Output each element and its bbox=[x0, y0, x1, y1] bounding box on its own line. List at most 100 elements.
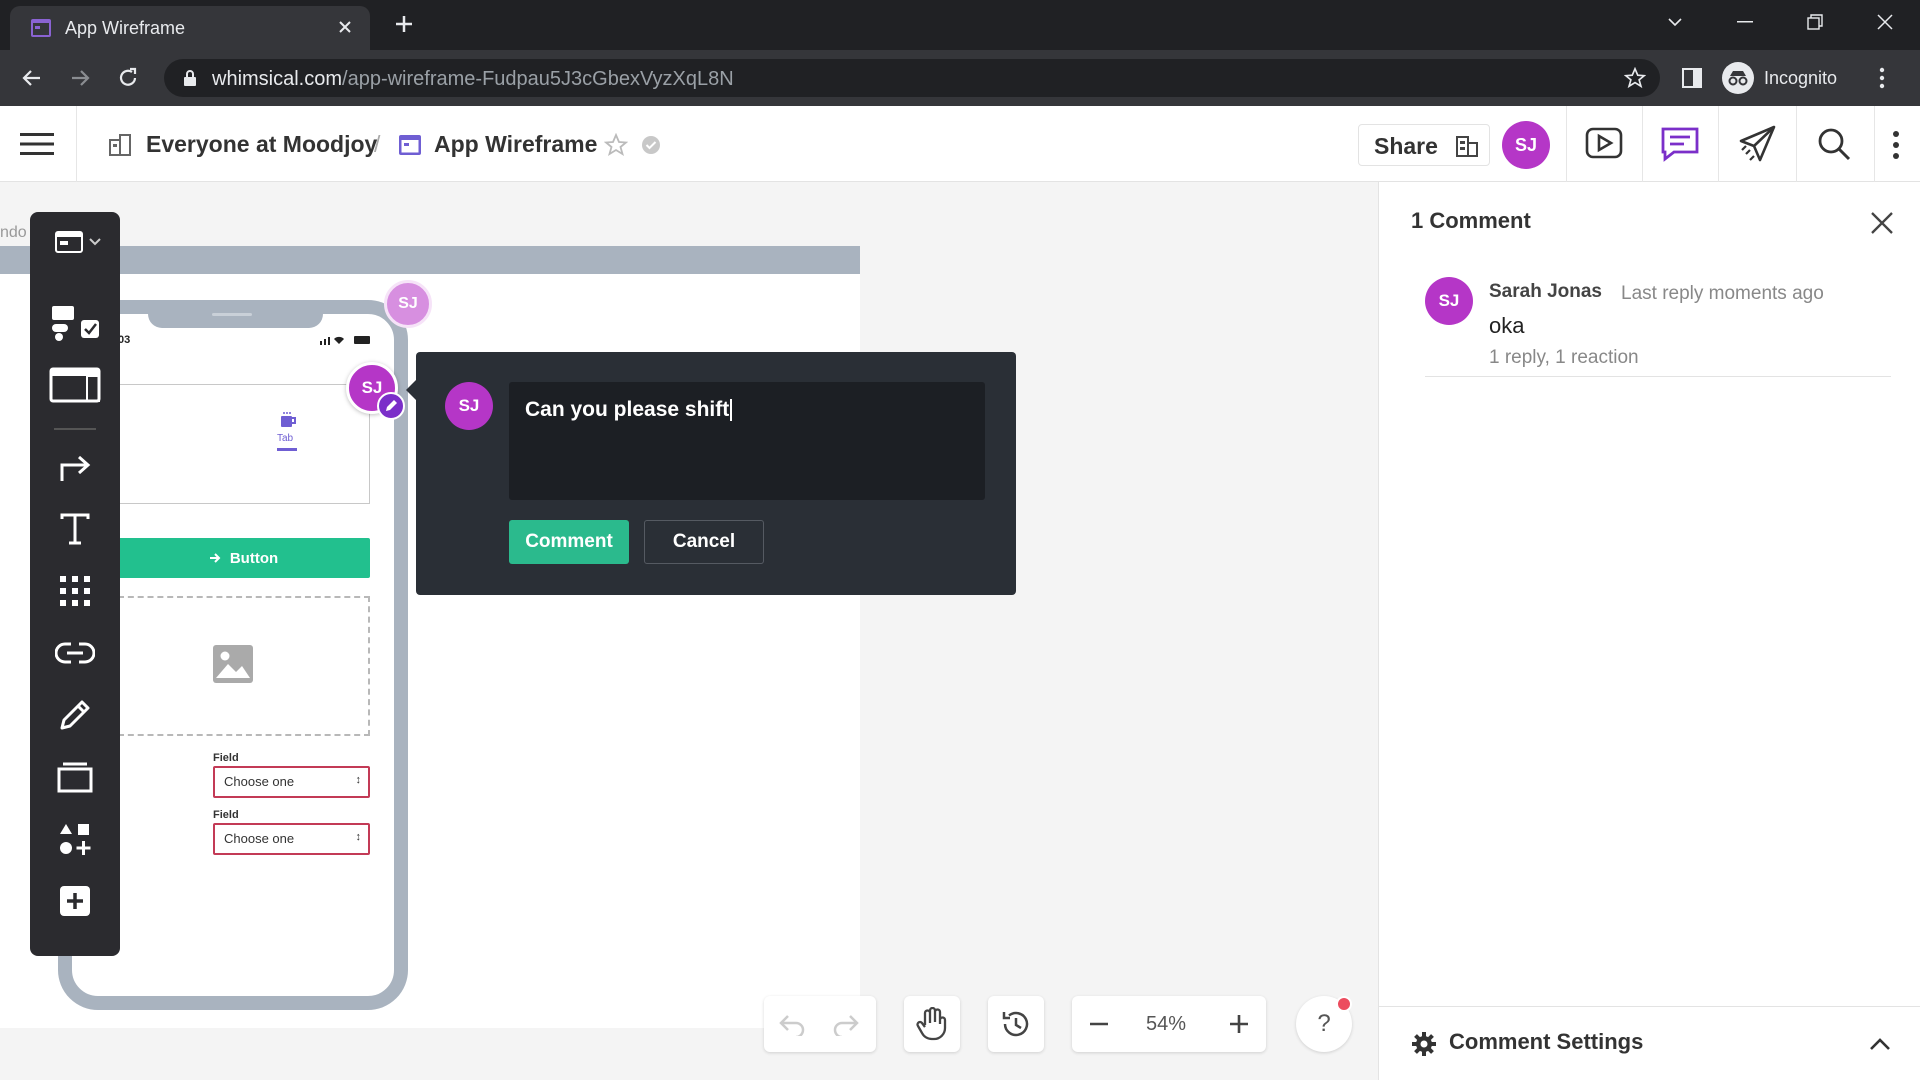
more-options-icon[interactable] bbox=[1892, 130, 1900, 160]
zoom-out-icon[interactable] bbox=[1088, 1015, 1110, 1033]
link-tool[interactable] bbox=[30, 628, 120, 678]
thread-avatar: SJ bbox=[1425, 277, 1473, 325]
coffee-cup-icon bbox=[279, 411, 297, 429]
url-text: whimsical.com/app-wireframe-Fudpau5J3cGb… bbox=[212, 68, 734, 90]
reload-icon[interactable] bbox=[116, 66, 140, 90]
field-1-label: Field bbox=[213, 752, 239, 764]
tab-title: App Wireframe bbox=[65, 18, 186, 38]
field-1-select[interactable]: Choose one bbox=[213, 766, 370, 798]
wireframe-elements-tool[interactable] bbox=[30, 298, 120, 348]
chevron-down-icon bbox=[89, 238, 101, 246]
wireframe-doc-icon bbox=[398, 134, 422, 156]
popup-arrow bbox=[406, 380, 416, 400]
back-icon[interactable] bbox=[20, 66, 44, 90]
breadcrumb-workspace[interactable]: Everyone at Moodjoy bbox=[146, 131, 377, 158]
present-icon[interactable] bbox=[1584, 125, 1624, 161]
image-icon bbox=[212, 644, 254, 684]
thread-meta: 1 reply, 1 reaction bbox=[1489, 347, 1639, 368]
restore-icon[interactable] bbox=[1780, 0, 1850, 44]
version-history-button[interactable] bbox=[988, 996, 1044, 1052]
hamburger-menu-icon[interactable] bbox=[20, 132, 54, 156]
field-2-select[interactable]: Choose one bbox=[213, 823, 370, 855]
forward-icon[interactable] bbox=[68, 66, 92, 90]
wireframe-button[interactable]: Button bbox=[118, 538, 370, 578]
board-type-switcher[interactable] bbox=[44, 222, 112, 262]
breadcrumb-doc-title[interactable]: App Wireframe bbox=[434, 131, 597, 158]
gear-icon bbox=[1411, 1031, 1437, 1057]
section-tool[interactable] bbox=[30, 752, 120, 802]
submit-comment-button[interactable]: Comment bbox=[509, 520, 629, 564]
breadcrumb-separator: / bbox=[374, 131, 381, 157]
share-label: Share bbox=[1374, 133, 1438, 159]
building-icon bbox=[1456, 136, 1478, 157]
text-tool[interactable] bbox=[30, 504, 120, 554]
browser-menu-icon[interactable] bbox=[1878, 66, 1886, 90]
arrow-icon bbox=[209, 553, 221, 563]
collaborator-cursor-avatar[interactable]: SJ bbox=[384, 280, 432, 328]
icons-grid-tool[interactable] bbox=[30, 566, 120, 616]
search-icon[interactable] bbox=[1816, 126, 1852, 162]
phone-notch bbox=[148, 304, 323, 328]
tab-label: Tab bbox=[277, 433, 294, 444]
incognito-indicator[interactable]: Incognito bbox=[1722, 59, 1837, 97]
zoom-in-icon[interactable] bbox=[1228, 1013, 1250, 1035]
connector-arrow-tool[interactable] bbox=[30, 442, 120, 492]
minimize-icon[interactable] bbox=[1710, 0, 1780, 44]
comment-thread[interactable]: SJ Sarah Jonas Last reply moments ago ok… bbox=[1425, 277, 1891, 377]
zoom-level[interactable]: 54% bbox=[1146, 1013, 1186, 1036]
edit-pencil-icon[interactable] bbox=[377, 392, 405, 420]
browser-tab[interactable]: App Wireframe bbox=[10, 6, 370, 50]
text-caret bbox=[730, 399, 733, 422]
profile-label: Incognito bbox=[1764, 67, 1838, 88]
image-placeholder[interactable] bbox=[118, 596, 370, 736]
close-panel-icon[interactable] bbox=[1869, 210, 1895, 236]
workspace-icon bbox=[108, 134, 132, 156]
redo-icon[interactable] bbox=[832, 1012, 860, 1036]
comment-input[interactable]: Can you please shift bbox=[509, 382, 985, 500]
wireframe-button-label: Button bbox=[229, 549, 279, 567]
whiteboard-canvas[interactable]: ndo 03 Tab Button Field Choose one Field… bbox=[0, 182, 1378, 1080]
field-2-label: Field bbox=[213, 809, 239, 821]
tab-bar-component[interactable]: Tab bbox=[118, 384, 370, 504]
side-panel-icon[interactable] bbox=[1680, 66, 1704, 90]
close-window-icon[interactable] bbox=[1850, 0, 1920, 44]
close-tab-icon[interactable] bbox=[336, 18, 354, 36]
chevron-up-icon[interactable] bbox=[1869, 1037, 1891, 1051]
comment-input-text: Can you please shift bbox=[525, 398, 730, 421]
frame-tool[interactable] bbox=[30, 360, 120, 410]
favorite-star-icon[interactable] bbox=[604, 133, 628, 157]
history-icon bbox=[1000, 1009, 1032, 1039]
insert-shapes-tool[interactable] bbox=[30, 814, 120, 864]
whimsical-wireframe-icon bbox=[30, 17, 52, 39]
verified-badge-icon bbox=[641, 135, 661, 155]
comments-panel: 1 Comment SJ Sarah Jonas Last reply mome… bbox=[1378, 182, 1920, 1080]
add-more-tool[interactable] bbox=[30, 876, 120, 926]
send-plane-icon[interactable] bbox=[1738, 124, 1778, 164]
thread-text: oka bbox=[1489, 313, 1525, 338]
zoom-controls: 54% bbox=[1072, 996, 1266, 1052]
status-icons bbox=[318, 334, 372, 346]
frame-label: ndo bbox=[0, 224, 27, 241]
cancel-comment-button[interactable]: Cancel bbox=[644, 520, 764, 564]
new-tab-icon[interactable] bbox=[392, 12, 416, 36]
comments-icon[interactable] bbox=[1660, 126, 1700, 162]
share-button[interactable]: Share bbox=[1358, 124, 1490, 166]
pan-hand-button[interactable] bbox=[904, 996, 960, 1052]
address-bar[interactable]: whimsical.com/app-wireframe-Fudpau5J3cGb… bbox=[164, 59, 1660, 97]
lock-icon[interactable] bbox=[182, 69, 198, 87]
undo-icon[interactable] bbox=[778, 1012, 806, 1036]
pencil-tool[interactable] bbox=[30, 690, 120, 740]
bookmark-star-icon[interactable] bbox=[1624, 67, 1646, 89]
panel-title: 1 Comment bbox=[1411, 208, 1531, 233]
comment-composer: SJ Can you please shift Comment Cancel bbox=[416, 352, 1016, 595]
user-avatar[interactable]: SJ bbox=[1502, 121, 1550, 169]
browser-toolbar: whimsical.com/app-wireframe-Fudpau5J3cGb… bbox=[0, 50, 1920, 106]
notification-dot bbox=[1336, 996, 1352, 1012]
tab-search-icon[interactable] bbox=[1640, 0, 1710, 44]
thread-time: Last reply moments ago bbox=[1621, 283, 1824, 304]
comment-settings-bar[interactable]: Comment Settings bbox=[1379, 1006, 1920, 1080]
comment-settings-label: Comment Settings bbox=[1449, 1029, 1644, 1054]
composer-avatar: SJ bbox=[445, 382, 493, 430]
frame-title-bar[interactable] bbox=[0, 246, 860, 274]
thread-author: Sarah Jonas bbox=[1489, 281, 1602, 302]
